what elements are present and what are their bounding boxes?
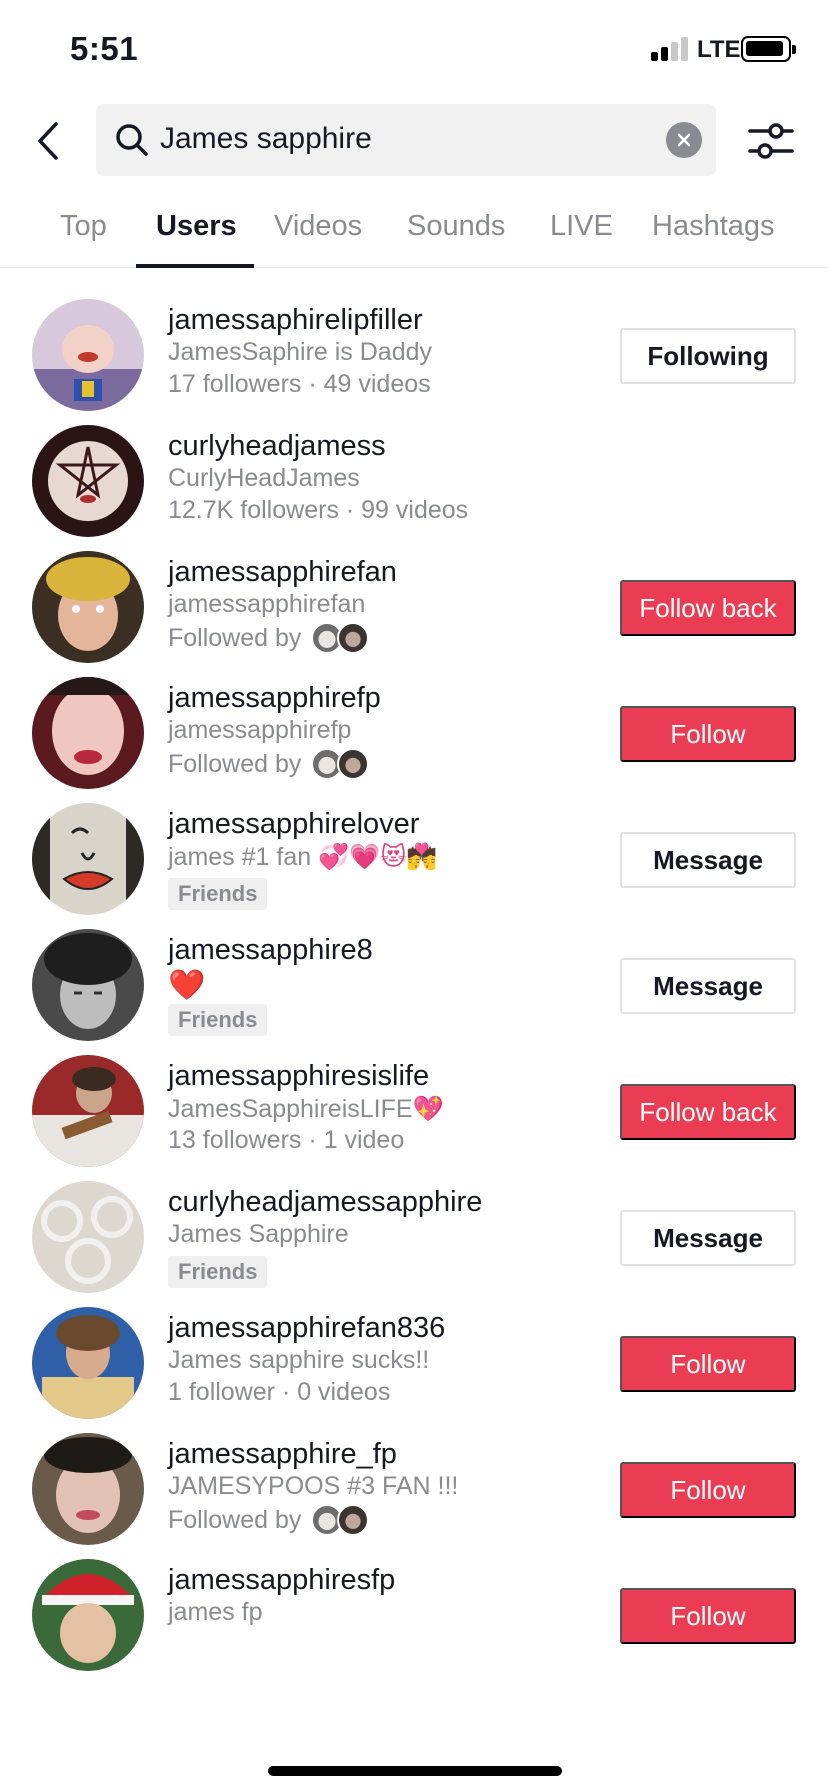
- signal-icon: [651, 37, 689, 61]
- chevron-left-icon: [38, 122, 58, 160]
- nickname: JamesSaphire is Daddy: [168, 338, 433, 366]
- message-button[interactable]: Message: [620, 1210, 796, 1266]
- username[interactable]: jamessapphirelover: [168, 808, 419, 841]
- sliders-icon: [748, 123, 794, 159]
- follow-button[interactable]: Follow: [620, 706, 796, 762]
- user-row[interactable]: jamessapphire8 ❤️ Friends Message: [0, 898, 828, 1042]
- nickname: JAMESYPOOS #3 FAN !!!: [168, 1472, 459, 1500]
- clear-search-button[interactable]: [666, 122, 702, 158]
- nickname-emoji: 💖: [412, 1094, 444, 1123]
- username[interactable]: jamessapphiresislife: [168, 1060, 429, 1093]
- username[interactable]: jamessapphire_fp: [168, 1438, 397, 1471]
- user-row[interactable]: jamessapphirefan jamessapphirefan Follow…: [0, 520, 828, 664]
- nickname: CurlyHeadJames: [168, 464, 360, 492]
- tab-top[interactable]: Top: [60, 210, 107, 243]
- tab-videos[interactable]: Videos: [274, 210, 362, 243]
- nickname: ❤️: [168, 968, 206, 1003]
- user-row[interactable]: jamessapphiresislife JamesSapphireisLIFE…: [0, 1024, 828, 1168]
- tab-live[interactable]: LIVE: [550, 210, 613, 243]
- user-row[interactable]: jamessapphirefan836 James sapphire sucks…: [0, 1276, 828, 1420]
- back-button[interactable]: [26, 116, 70, 166]
- search-tabs: Top Users Videos Sounds LIVE Hashtags: [0, 196, 828, 268]
- user-row[interactable]: jamessapphirelover james #1 fan 💞💗😻💏 Fri…: [0, 772, 828, 916]
- user-row[interactable]: jamessaphirelipfiller JamesSaphire is Da…: [0, 268, 828, 412]
- follow-button[interactable]: Follow: [620, 1462, 796, 1518]
- nickname-emoji: 💞💗😻💏: [318, 842, 438, 871]
- filter-button[interactable]: [746, 116, 796, 166]
- status-time: 5:51: [70, 30, 139, 67]
- username[interactable]: jamessapphiresfp: [168, 1564, 395, 1597]
- following-button[interactable]: Following: [620, 328, 796, 384]
- follow-button[interactable]: Follow: [620, 1588, 796, 1644]
- nickname: james fp: [168, 1598, 263, 1626]
- follow-back-button[interactable]: Follow back: [620, 580, 796, 636]
- user-row[interactable]: jamessapphiresfp james fp Follow: [0, 1528, 828, 1672]
- nickname: jamessapphirefan: [168, 590, 366, 618]
- nickname: James Sapphire: [168, 1220, 349, 1248]
- avatar[interactable]: [32, 1559, 144, 1671]
- username[interactable]: jamessaphirelipfiller: [168, 304, 423, 337]
- tab-sounds[interactable]: Sounds: [407, 210, 505, 243]
- user-row[interactable]: curlyheadjamessapphire James Sapphire Fr…: [0, 1150, 828, 1294]
- username[interactable]: jamessapphirefan836: [168, 1312, 445, 1345]
- user-row[interactable]: curlyheadjamess CurlyHeadJames 12.7K fol…: [0, 394, 828, 538]
- follow-button[interactable]: Follow: [620, 1336, 796, 1392]
- user-row[interactable]: jamessapphirefp jamessapphirefp Followed…: [0, 646, 828, 790]
- username[interactable]: curlyheadjamessapphire: [168, 1186, 482, 1219]
- search-input[interactable]: [160, 122, 640, 156]
- network-label: LTE: [697, 36, 741, 63]
- username[interactable]: jamessapphirefp: [168, 682, 381, 715]
- tab-hashtags[interactable]: Hashtags: [652, 210, 775, 243]
- nickname: jamessapphirefp: [168, 716, 352, 744]
- status-bar: 5:51 LTE: [0, 0, 828, 96]
- message-button[interactable]: Message: [620, 832, 796, 888]
- username[interactable]: jamessapphirefan: [168, 556, 397, 589]
- nickname: James sapphire sucks!!: [168, 1346, 430, 1374]
- home-indicator[interactable]: [268, 1766, 562, 1776]
- tab-users[interactable]: Users: [156, 210, 237, 243]
- close-icon: [677, 133, 691, 147]
- search-icon: [116, 124, 148, 156]
- username[interactable]: curlyheadjamess: [168, 430, 386, 463]
- nickname: JamesSapphireisLIFE💖: [168, 1094, 444, 1123]
- battery-icon: [741, 36, 796, 62]
- username[interactable]: jamessapphire8: [168, 934, 373, 967]
- message-button[interactable]: Message: [620, 958, 796, 1014]
- user-row[interactable]: jamessapphire_fp JAMESYPOOS #3 FAN !!! F…: [0, 1402, 828, 1546]
- search-bar[interactable]: [96, 104, 716, 176]
- nickname: james #1 fan 💞💗😻💏: [168, 842, 438, 871]
- follow-back-button[interactable]: Follow back: [620, 1084, 796, 1140]
